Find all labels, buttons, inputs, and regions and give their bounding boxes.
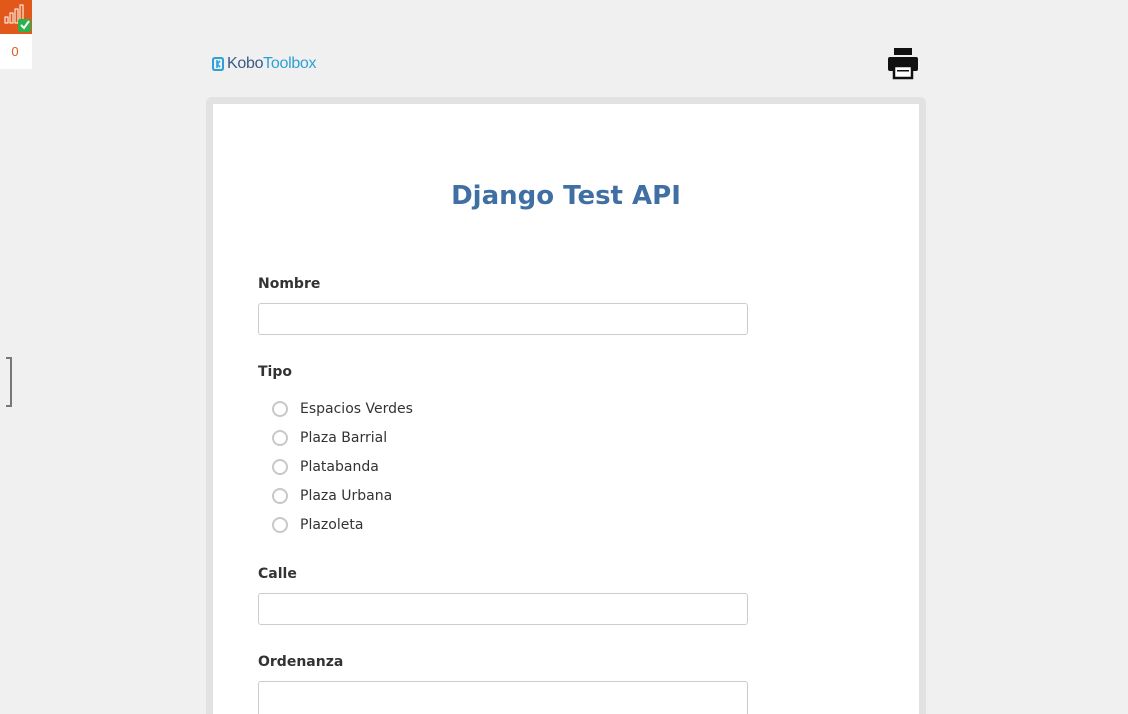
queue-count: 0 bbox=[11, 44, 19, 59]
question-label-tipo: Tipo bbox=[258, 364, 292, 380]
side-panel-handle[interactable] bbox=[0, 357, 12, 407]
question-label-ordenanza: Ordenanza bbox=[258, 654, 344, 670]
radio-button[interactable] bbox=[272, 430, 288, 446]
offline-queue-widget[interactable]: 0 bbox=[0, 0, 32, 69]
logo-toolbox-text: Toolbox bbox=[263, 55, 317, 72]
printer-icon[interactable] bbox=[885, 46, 921, 80]
radio-option-espacios-verdes[interactable]: Espacios Verdes bbox=[272, 398, 413, 420]
form-title: Django Test API bbox=[451, 181, 681, 211]
radio-label: Plaza Barrial bbox=[300, 430, 388, 446]
logo-kobo-text: Kobo bbox=[227, 55, 264, 72]
ordenanza-input[interactable] bbox=[258, 681, 748, 714]
radio-button[interactable] bbox=[272, 401, 288, 417]
enketo-form-page: 0 KoboToolbox Django Test API Nombre Tip… bbox=[0, 0, 1128, 714]
radio-button[interactable] bbox=[272, 488, 288, 504]
nombre-input[interactable] bbox=[258, 303, 748, 335]
radio-option-plaza-barrial[interactable]: Plaza Barrial bbox=[272, 427, 387, 449]
question-label-calle: Calle bbox=[258, 566, 297, 582]
radio-button[interactable] bbox=[272, 517, 288, 533]
radio-button[interactable] bbox=[272, 459, 288, 475]
kobo-logo-icon bbox=[212, 57, 224, 71]
calle-input[interactable] bbox=[258, 593, 748, 625]
radio-label: Plazoleta bbox=[300, 517, 364, 533]
radio-option-platabanda[interactable]: Platabanda bbox=[272, 456, 379, 478]
kobotoolbox-logo[interactable]: KoboToolbox bbox=[212, 54, 317, 74]
bar-chart-check-icon[interactable] bbox=[0, 0, 32, 34]
radio-label: Espacios Verdes bbox=[300, 401, 413, 417]
radio-label: Platabanda bbox=[300, 459, 379, 475]
question-label-nombre: Nombre bbox=[258, 276, 321, 292]
radio-label: Plaza Urbana bbox=[300, 488, 393, 504]
radio-option-plazoleta[interactable]: Plazoleta bbox=[272, 514, 363, 536]
radio-option-plaza-urbana[interactable]: Plaza Urbana bbox=[272, 485, 392, 507]
